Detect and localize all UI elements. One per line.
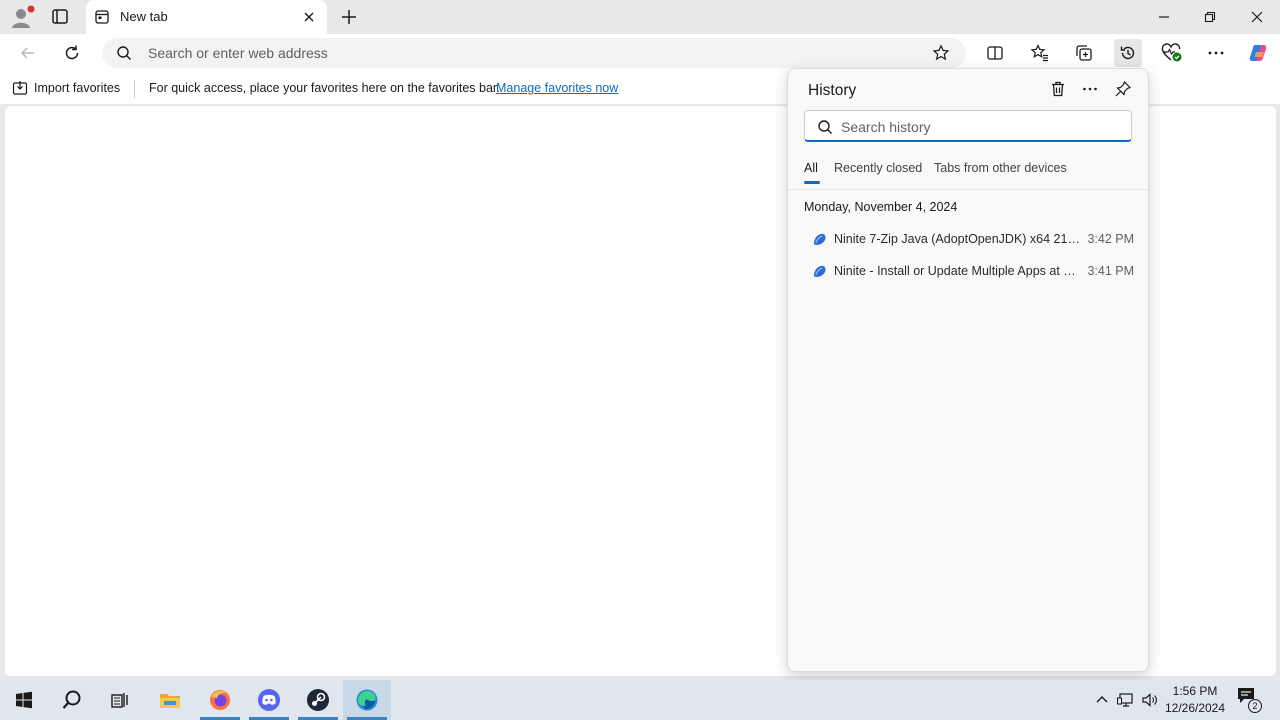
close-window-button[interactable] [1246, 6, 1268, 28]
speaker-icon [1142, 693, 1157, 707]
taskbar-discord[interactable] [245, 680, 293, 720]
steam-icon [307, 689, 329, 711]
network-icon [1117, 693, 1133, 707]
history-button[interactable] [1114, 39, 1142, 67]
history-item-title: Ninite 7-Zip Java (AdoptOpenJDK) x64 21 … [834, 232, 1080, 246]
browser-essentials-button[interactable] [1159, 40, 1185, 66]
heart-pulse-icon [1161, 43, 1182, 62]
plus-icon [342, 10, 356, 24]
chevron-up-icon [1096, 696, 1108, 703]
tab-actions-icon [52, 9, 68, 24]
network-tray-button[interactable] [1116, 690, 1136, 710]
taskbar-edge[interactable] [343, 680, 391, 720]
active-tab-indicator [804, 181, 820, 184]
refresh-icon [65, 45, 79, 60]
pin-history-button[interactable] [1111, 77, 1135, 101]
clear-history-button[interactable] [1046, 77, 1070, 101]
tab-new-tab[interactable]: New tab [86, 0, 327, 34]
taskbar-firefox[interactable] [196, 680, 244, 720]
history-search-placeholder: Search history [841, 119, 931, 135]
pin-icon [1115, 80, 1132, 97]
favorites-divider [134, 80, 135, 98]
favorites-icon [1030, 44, 1048, 62]
show-hidden-icons-button[interactable] [1092, 690, 1112, 710]
history-item[interactable]: Ninite 7-Zip Java (AdoptOpenJDK) x64 21 … [804, 225, 1134, 253]
favorites-bar-message: For quick access, place your favorites h… [149, 81, 500, 95]
collections-button[interactable] [1071, 40, 1097, 66]
history-panel: History Search history All Recently clos… [787, 68, 1149, 672]
trash-icon [1052, 81, 1064, 97]
clock-time: 1:56 PM [1172, 684, 1218, 698]
back-arrow-icon [20, 47, 34, 59]
close-tab-icon[interactable] [301, 9, 317, 25]
tab-all[interactable]: All [804, 161, 818, 175]
start-button[interactable] [0, 680, 48, 720]
profile-button[interactable] [8, 4, 36, 30]
search-icon [818, 120, 832, 134]
manage-favorites-link[interactable]: Manage favorites now [496, 81, 618, 95]
new-tab-button[interactable] [338, 6, 360, 28]
favorites-button[interactable] [1027, 40, 1053, 66]
history-more-options-button[interactable] [1078, 77, 1102, 101]
clock-date: 12/26/2024 [1164, 701, 1226, 715]
import-favorites-icon[interactable] [12, 80, 28, 96]
tab-actions-menu[interactable] [46, 4, 74, 30]
tab-recently-closed[interactable]: Recently closed [834, 161, 922, 175]
import-favorites-button[interactable]: Import favorites [34, 81, 120, 95]
split-screen-button[interactable] [982, 40, 1008, 66]
restore-button[interactable] [1199, 6, 1221, 28]
action-center-button[interactable]: 2 [1236, 686, 1264, 714]
copilot-icon [1249, 45, 1267, 61]
more-dots-icon [1208, 51, 1224, 55]
history-item-time: 3:42 PM [1087, 232, 1134, 246]
file-explorer-icon [160, 694, 180, 708]
task-view-button[interactable] [96, 680, 144, 720]
taskbar-clock[interactable]: 1:56 PM 12/26/2024 [1162, 683, 1228, 717]
close-icon [1251, 11, 1263, 23]
taskbar: 1:56 PM 12/26/2024 2 [0, 680, 1280, 720]
history-search-input[interactable]: Search history [804, 110, 1132, 142]
task-view-icon [111, 693, 128, 708]
add-favorite-star-icon[interactable] [932, 44, 950, 62]
history-icon [1120, 46, 1135, 60]
new-tab-page-icon [95, 10, 109, 24]
tab-other-devices[interactable]: Tabs from other devices [934, 161, 1067, 175]
search-icon [62, 690, 81, 709]
volume-tray-button[interactable] [1140, 690, 1160, 710]
discord-icon [258, 689, 280, 711]
ninite-icon [813, 265, 826, 277]
split-screen-icon [987, 46, 1003, 60]
history-tabs: All Recently closed Tabs from other devi… [804, 161, 1144, 185]
history-divider [788, 189, 1148, 190]
taskbar-file-explorer[interactable] [146, 680, 194, 720]
taskbar-search-button[interactable] [48, 680, 96, 720]
address-bar[interactable]: Search or enter web address [102, 38, 966, 68]
address-placeholder: Search or enter web address [148, 45, 328, 61]
restore-icon [1204, 11, 1216, 23]
history-item[interactable]: Ninite - Install or Update Multiple Apps… [804, 257, 1134, 285]
start-icon [16, 691, 32, 709]
settings-and-more-button[interactable] [1203, 40, 1229, 66]
taskbar-steam[interactable] [294, 680, 342, 720]
copilot-button[interactable] [1245, 40, 1271, 66]
history-item-time: 3:41 PM [1087, 264, 1134, 278]
back-button[interactable] [15, 40, 41, 66]
ninite-icon [813, 233, 826, 245]
collections-icon [1076, 45, 1092, 61]
history-date-heading: Monday, November 4, 2024 [804, 200, 958, 214]
minimize-button[interactable] [1153, 6, 1175, 28]
refresh-button[interactable] [59, 40, 85, 66]
more-dots-icon [1083, 87, 1097, 91]
notification-count-badge: 2 [1248, 699, 1262, 713]
minimize-icon [1159, 16, 1169, 18]
edge-icon [356, 689, 378, 711]
history-item-title: Ninite - Install or Update Multiple Apps… [834, 264, 1080, 278]
profile-icon [12, 5, 35, 28]
tab-strip: New tab [0, 0, 1280, 34]
navigation-toolbar: Search or enter web address [0, 34, 1280, 72]
search-icon [117, 46, 131, 60]
firefox-icon [210, 690, 230, 710]
tab-title: New tab [120, 9, 168, 24]
history-title: History [808, 82, 857, 99]
